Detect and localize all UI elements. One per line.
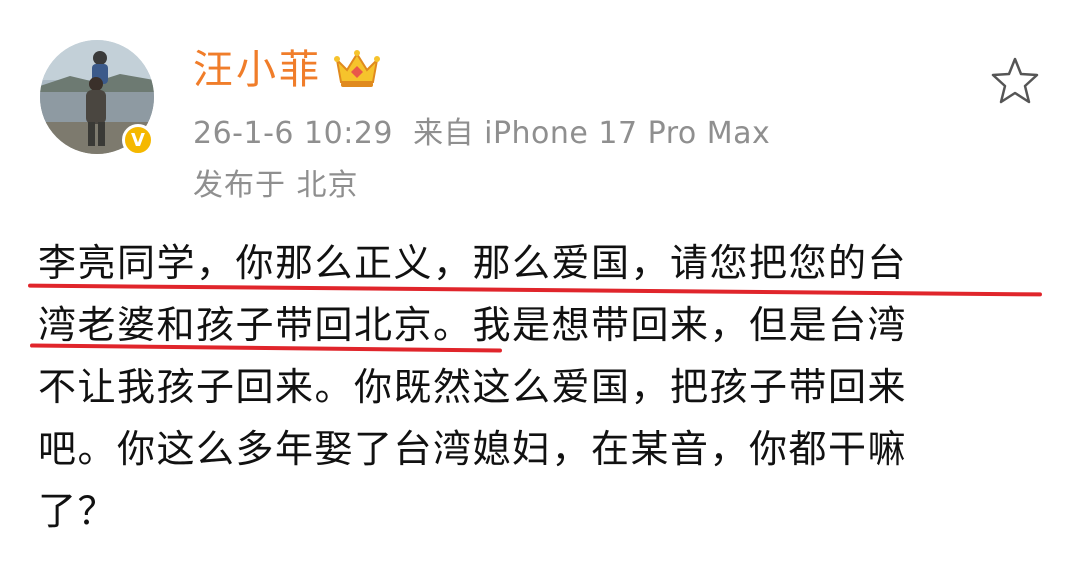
post-meta: 26-1-6 10:29 来自 iPhone 17 Pro Max xyxy=(193,112,770,156)
star-icon[interactable] xyxy=(990,56,1040,108)
post-location: 发布于 北京 xyxy=(193,168,359,203)
author-name[interactable]: 汪小菲 xyxy=(193,42,322,98)
weibo-post: V 汪小菲 26-1-6 10:29 来自 iPhone 17 Pro Max … xyxy=(0,0,1078,586)
source-device: 来自 iPhone 17 Pro Max xyxy=(413,116,771,151)
crown-icon xyxy=(333,48,381,94)
post-text-line: 不让我孩子回来。你既然这么爱国，把孩子带回来 xyxy=(38,365,908,409)
timestamp: 26-1-6 10:29 xyxy=(193,116,393,151)
verified-badge-icon: V xyxy=(122,124,154,156)
post-text-line: 吧。你这么多年娶了台湾媳妇，在某音，你都干嘛 xyxy=(38,427,908,471)
post-text-line: 了？ xyxy=(38,489,118,533)
